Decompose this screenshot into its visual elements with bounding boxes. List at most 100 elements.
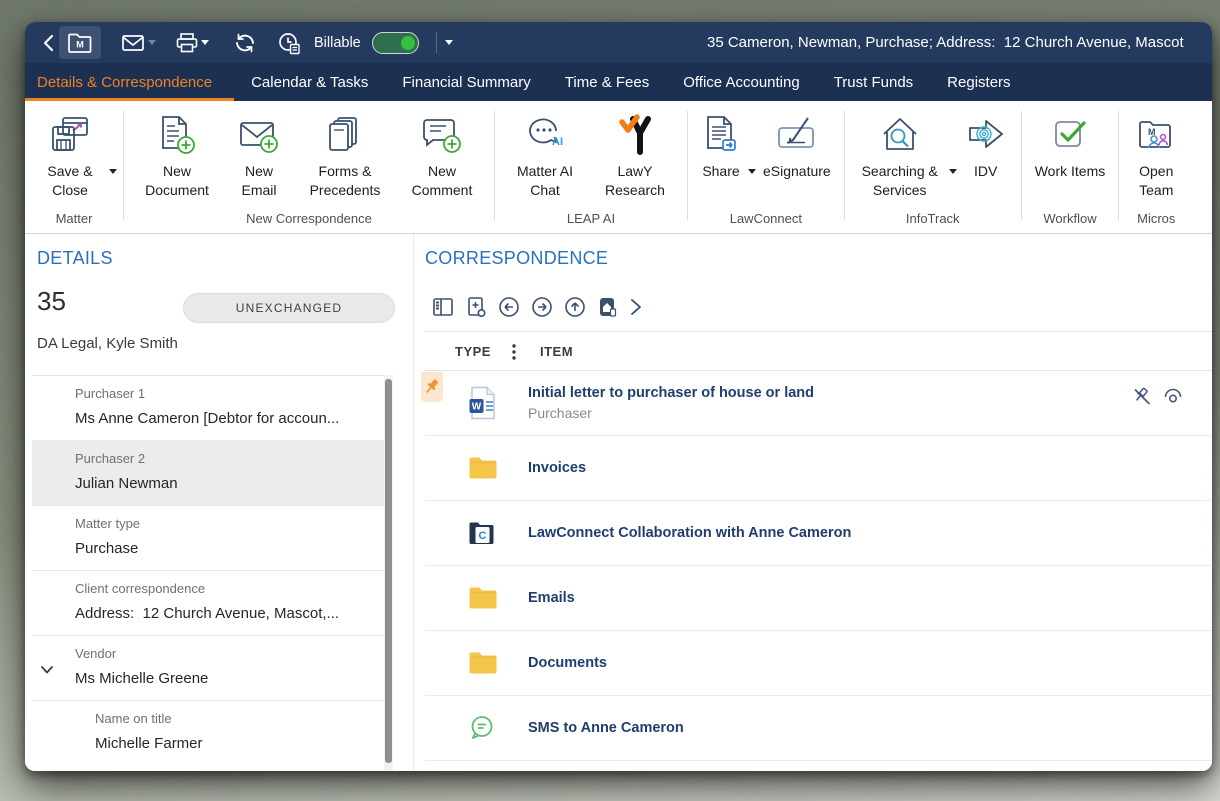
field-label: Matter type: [75, 516, 141, 531]
searching-services-button[interactable]: Searching & Services: [851, 110, 949, 200]
share-dropdown-icon[interactable]: [748, 169, 756, 192]
matter-ai-chat-button[interactable]: AI Matter AI Chat: [501, 110, 589, 200]
tab-calendar-tasks[interactable]: Calendar & Tasks: [234, 63, 385, 101]
home-folder-icon[interactable]: [596, 295, 620, 319]
email-dropdown-icon[interactable]: [148, 22, 156, 63]
field-matter-type[interactable]: Matter type Purchase: [32, 505, 385, 570]
chevron-down-icon[interactable]: [40, 662, 54, 680]
matter-folder-icon[interactable]: M: [59, 26, 101, 59]
row-actions: [1131, 386, 1184, 408]
searching-services-label: Searching & Services: [861, 163, 938, 198]
titlebar-dropdown-icon[interactable]: [445, 22, 453, 63]
svg-text:AI: AI: [552, 136, 563, 148]
tab-financial-summary[interactable]: Financial Summary: [385, 63, 547, 101]
forms-precedents-icon: [324, 110, 366, 162]
scrollbar-thumb[interactable]: [385, 379, 392, 763]
lawy-research-button[interactable]: LawY Research: [589, 110, 681, 200]
staff-assignment: DA Legal, Kyle Smith: [37, 335, 178, 352]
save-close-icon: [48, 110, 92, 162]
share-label: Share: [702, 163, 740, 179]
details-scrollbar[interactable]: [384, 375, 393, 771]
item-title: Documents: [528, 655, 607, 671]
field-value: Purchase: [75, 540, 139, 557]
navigate-back-icon[interactable]: [497, 295, 521, 319]
forms-precedents-button[interactable]: Forms & Precedents: [294, 110, 396, 200]
print-icon[interactable]: [175, 22, 199, 63]
correspondence-table-header: TYPE ITEM: [425, 331, 1212, 371]
navigate-forward-icon[interactable]: [530, 295, 554, 319]
ribbon-group-label-infotrack: InfoTrack: [905, 211, 960, 226]
new-folder-icon[interactable]: [464, 295, 488, 319]
column-header-item[interactable]: ITEM: [540, 344, 573, 359]
column-header-type[interactable]: TYPE: [455, 344, 491, 359]
save-close-label: Save & Close: [47, 163, 93, 198]
save-close-button[interactable]: Save & Close: [31, 110, 109, 200]
details-panel: DETAILS 35 UNEXCHANGED DA Legal, Kyle Sm…: [25, 234, 395, 771]
esignature-icon: [775, 110, 819, 162]
svg-text:M: M: [76, 39, 84, 49]
searching-services-dropdown-icon[interactable]: [948, 169, 957, 192]
correspondence-heading: CORRESPONDENCE: [425, 248, 609, 268]
field-vendor[interactable]: Vendor Ms Michelle Greene: [32, 635, 385, 700]
billable-toggle[interactable]: [372, 32, 419, 54]
field-label: Client correspondence: [75, 581, 206, 596]
field-client-correspondence[interactable]: Client correspondence Address: 12 Church…: [32, 570, 385, 635]
new-document-icon: [156, 110, 198, 162]
item-subtitle: Purchaser: [528, 405, 592, 421]
matter-title: 35 Cameron, Newman, Purchase; Address: 1…: [707, 34, 1184, 51]
esignature-button[interactable]: eSignature: [756, 110, 838, 181]
back-icon[interactable]: [39, 22, 59, 63]
open-team-button[interactable]: M Open Team: [1125, 110, 1187, 200]
refresh-icon[interactable]: [233, 22, 257, 63]
new-email-icon: [237, 110, 281, 162]
new-email-button[interactable]: New Email: [224, 110, 294, 200]
column-menu-icon[interactable]: [511, 342, 517, 367]
email-icon[interactable]: [121, 22, 145, 63]
matter-ai-chat-icon: AI: [523, 110, 567, 162]
details-fields-list: Purchaser 1 Ms Anne Cameron [Debtor for …: [32, 375, 385, 765]
row-lawconnect-collaboration[interactable]: C LawConnect Collaboration with Anne Cam…: [425, 501, 1212, 566]
ribbon-group-label-new-correspondence: New Correspondence: [246, 211, 372, 226]
ribbon-group-matter: Save & Close Matter: [25, 101, 123, 233]
tab-registers[interactable]: Registers: [930, 63, 1027, 101]
tab-trust-funds[interactable]: Trust Funds: [817, 63, 930, 101]
work-items-button[interactable]: Work Items: [1028, 110, 1113, 181]
field-name-on-title[interactable]: Name on title Michelle Farmer: [32, 700, 385, 765]
row-documents-folder[interactable]: Documents: [425, 631, 1212, 696]
new-email-label: New Email: [241, 163, 277, 198]
layout-view-icon[interactable]: [431, 295, 455, 319]
folder-icon: [468, 586, 498, 611]
save-close-dropdown-icon[interactable]: [109, 169, 117, 192]
field-label: Purchaser 2: [75, 451, 146, 466]
folder-icon: [468, 456, 498, 481]
row-initial-letter[interactable]: W Initial letter to purchaser of house o…: [421, 371, 1212, 436]
details-heading: DETAILS: [37, 248, 113, 268]
row-emails-folder[interactable]: Emails: [425, 566, 1212, 631]
titlebar: M Billable 35 Cameron, Newman, Purchase;…: [25, 22, 1212, 63]
share-icon: [701, 110, 741, 162]
share-button[interactable]: Share: [694, 110, 748, 181]
ribbon-group-leap-ai: AI Matter AI Chat LawY Research LEAP AI: [495, 101, 687, 233]
move-up-icon[interactable]: [563, 295, 587, 319]
field-purchaser-1[interactable]: Purchaser 1 Ms Anne Cameron [Debtor for …: [32, 375, 385, 440]
time-billing-icon[interactable]: [277, 22, 302, 63]
tab-time-fees[interactable]: Time & Fees: [548, 63, 666, 101]
searching-services-icon: [878, 110, 922, 162]
tab-office-accounting[interactable]: Office Accounting: [666, 63, 816, 101]
preview-eye-icon[interactable]: [1162, 386, 1184, 408]
leap-matter-window: M Billable 35 Cameron, Newman, Purchase;…: [25, 22, 1212, 771]
new-document-button[interactable]: New Document: [130, 110, 224, 200]
new-comment-button[interactable]: New Comment: [396, 110, 488, 200]
print-dropdown-icon[interactable]: [201, 22, 209, 63]
idv-button[interactable]: IDV: [957, 110, 1015, 181]
field-purchaser-2[interactable]: Purchaser 2 Julian Newman: [32, 440, 385, 505]
unpin-icon[interactable]: [1131, 386, 1153, 408]
row-invoices-folder[interactable]: Invoices: [425, 436, 1212, 501]
lawy-research-icon: [615, 110, 655, 162]
field-value: Ms Anne Cameron [Debtor for accoun...: [75, 410, 340, 427]
lawconnect-folder-icon: C: [468, 520, 495, 546]
field-value: Julian Newman: [75, 475, 178, 492]
expand-toolbar-icon[interactable]: [629, 297, 643, 317]
tab-details-correspondence[interactable]: Details & Correspondence: [25, 63, 235, 101]
row-sms[interactable]: SMS to Anne Cameron: [425, 696, 1212, 761]
